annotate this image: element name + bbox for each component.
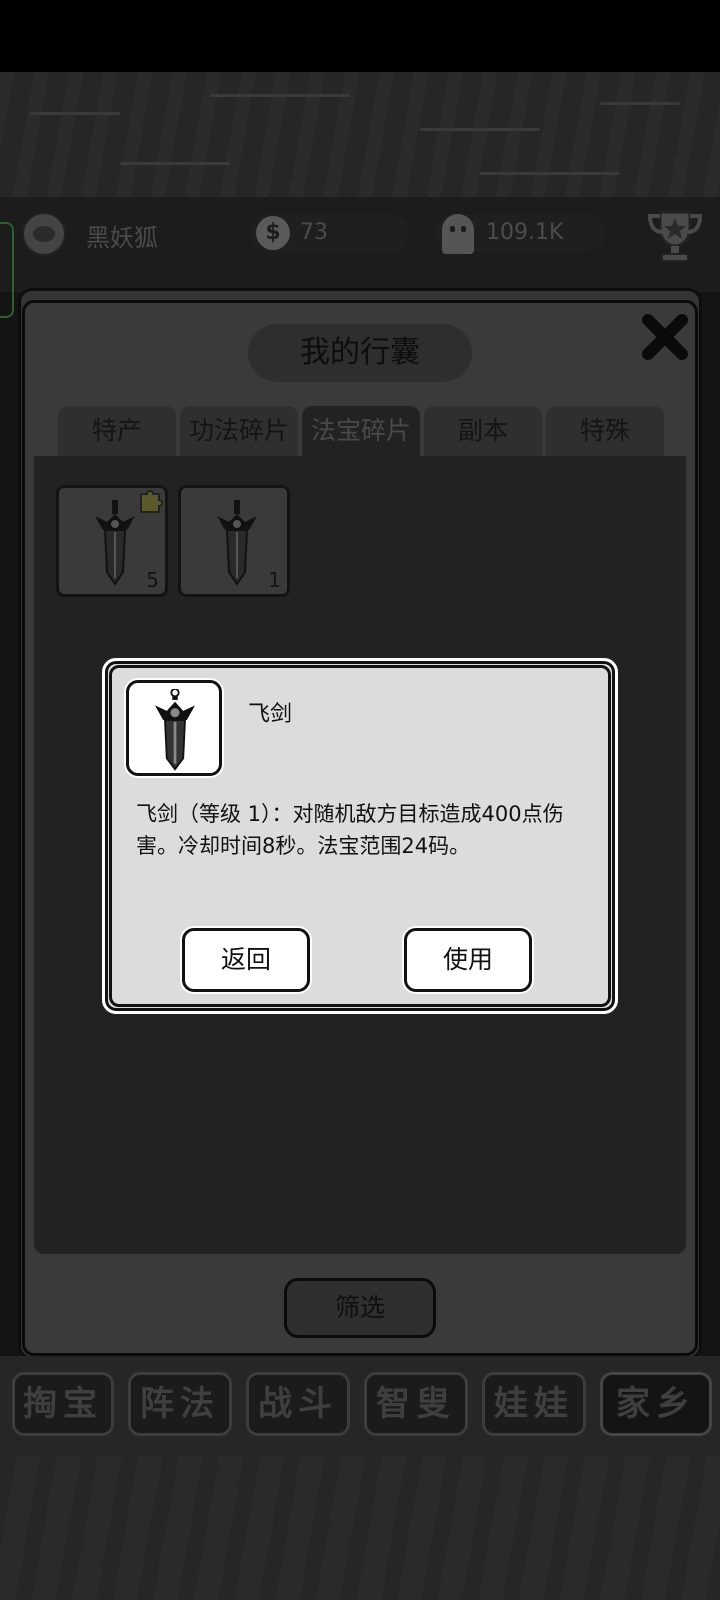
sword-icon — [217, 500, 257, 586]
status-bar — [0, 0, 720, 72]
background-scenery-bottom — [0, 1456, 720, 1600]
nav-sage[interactable]: 智叟 — [364, 1372, 468, 1436]
player-name: 黑妖狐 — [86, 224, 158, 252]
nav-battle[interactable]: 战斗 — [246, 1372, 350, 1436]
filter-button[interactable]: 筛选 — [284, 1278, 436, 1338]
puzzle-icon — [140, 490, 163, 513]
nav-formation[interactable]: 阵法 — [128, 1372, 232, 1436]
side-tab[interactable] — [0, 222, 14, 318]
nav-dolls[interactable]: 娃娃 — [482, 1372, 586, 1436]
panel-title: 我的行囊 — [248, 324, 472, 382]
tab-dungeon[interactable]: 副本 — [424, 406, 542, 456]
soul-value: 109.1K — [486, 220, 564, 245]
sword-icon — [154, 689, 196, 771]
tab-skill-fragments[interactable]: 功法碎片 — [180, 406, 298, 456]
game-screen: 黑妖狐 $ 73 109.1K 我的行囊 特产 功法碎片 法宝碎片 副本 特殊 … — [0, 0, 720, 1600]
item-name: 飞剑 — [248, 702, 293, 727]
item-count: 5 — [146, 568, 159, 592]
use-button[interactable]: 使用 — [404, 928, 532, 992]
nav-treasure[interactable]: 掏宝 — [12, 1372, 114, 1436]
close-icon[interactable] — [640, 312, 690, 362]
avatar[interactable] — [22, 212, 66, 256]
tab-special[interactable]: 特殊 — [546, 406, 664, 456]
item-description: 飞剑（等级 1）：对随机敌方目标造成400点伤害。冷却时间8秒。法宝范围24码。 — [136, 802, 564, 858]
back-button[interactable]: 返回 — [182, 928, 310, 992]
sword-icon — [95, 500, 135, 586]
nav-home[interactable]: 家乡 — [600, 1372, 712, 1436]
trophy-icon[interactable] — [646, 206, 704, 264]
inventory-slot[interactable]: 5 — [56, 485, 168, 597]
ghost-icon — [442, 214, 474, 254]
coin-value: 73 — [300, 220, 328, 245]
coin-icon: $ — [256, 216, 290, 250]
tab-treasure-fragments[interactable]: 法宝碎片 — [302, 406, 420, 456]
item-count: 1 — [268, 568, 281, 592]
tab-specialty[interactable]: 特产 — [58, 406, 176, 456]
background-scenery — [0, 72, 720, 197]
inventory-slot[interactable]: 1 — [178, 485, 290, 597]
item-icon-frame — [126, 680, 222, 776]
